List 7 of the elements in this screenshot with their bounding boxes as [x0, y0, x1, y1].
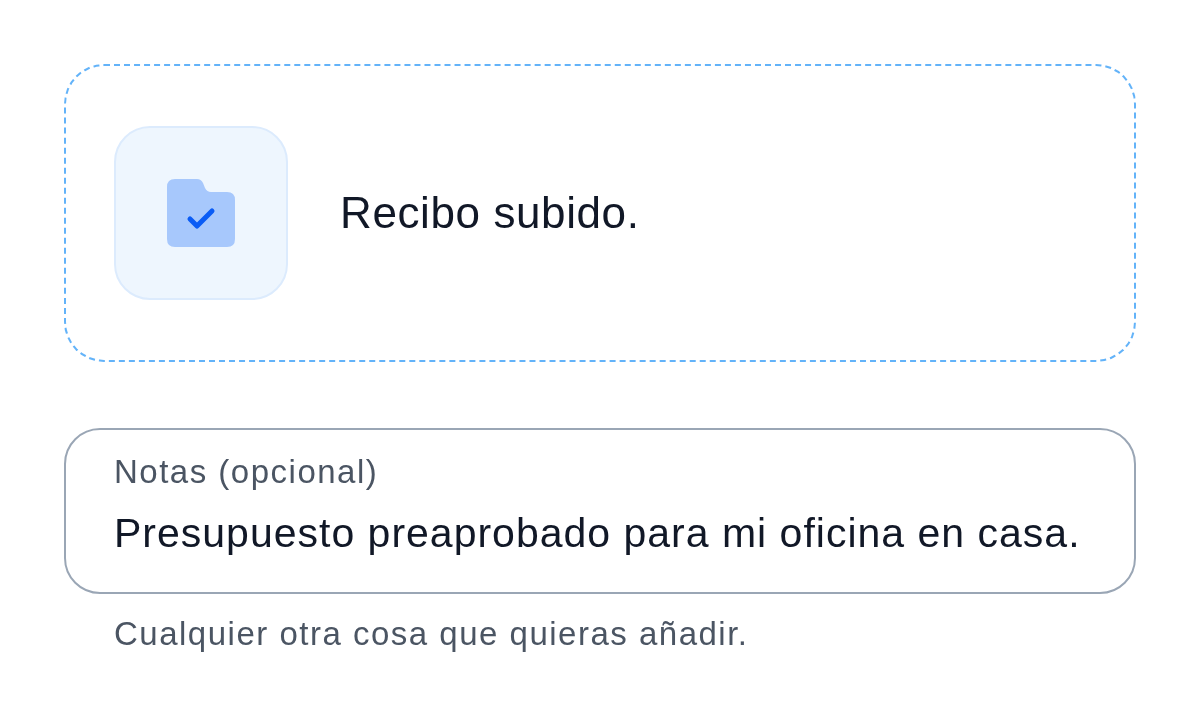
notes-input[interactable]: Presupuesto preaprobado para mi oficina en casa. [114, 508, 1086, 558]
folder-check-icon [114, 126, 288, 300]
notes-field[interactable]: Notas (opcional) Presupuesto preaprobado para mi oficina en casa. [64, 428, 1136, 594]
notes-label: Notas (opcional) [114, 452, 379, 492]
upload-status-text: Recibo subido. [340, 187, 640, 239]
upload-dropzone[interactable]: Recibo subido. [64, 64, 1136, 362]
helper-text: Cualquier otra cosa que quieras añadir. [114, 614, 749, 654]
